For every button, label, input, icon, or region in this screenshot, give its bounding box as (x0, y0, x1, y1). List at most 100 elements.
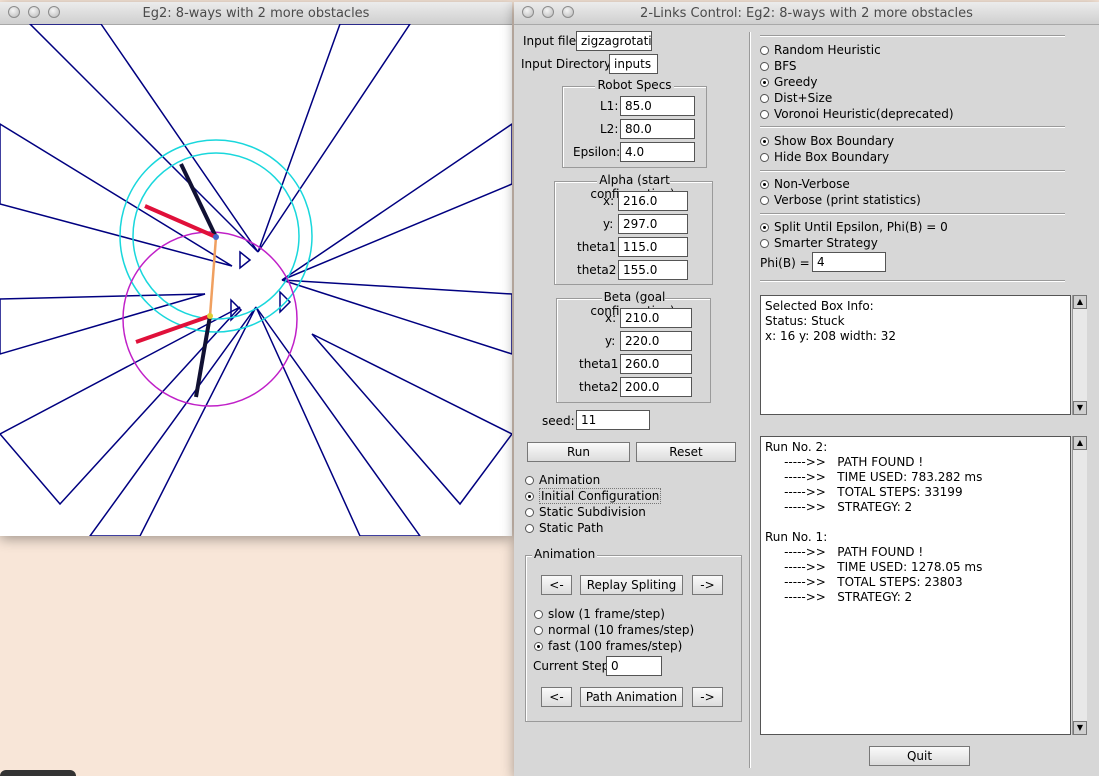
run-log-scrollbar[interactable]: ▲ ▼ (1072, 436, 1087, 735)
alpha-theta1-label: theta1 (577, 240, 617, 254)
scroll-down-icon[interactable]: ▼ (1073, 721, 1087, 735)
l1-field[interactable]: 85.0 (620, 96, 695, 116)
alpha-theta2-field[interactable]: 155.0 (618, 260, 688, 280)
radio-indicator (760, 180, 769, 189)
beta-x-field[interactable]: 210.0 (620, 308, 692, 328)
scroll-up-icon[interactable]: ▲ (1073, 295, 1087, 309)
obstacle-triangle (257, 24, 411, 253)
radio-indicator (760, 110, 769, 119)
show-box-boundary-label: Show Box Boundary (774, 134, 895, 148)
non-verbose-radio[interactable]: Non-Verbose (760, 177, 850, 191)
radio-indicator (760, 196, 769, 205)
input-directory-field[interactable]: inputs (609, 54, 658, 74)
radio-indicator (525, 492, 534, 501)
beta-theta2-field[interactable]: 200.0 (620, 377, 692, 397)
speed-normal-label: normal (10 frames/step) (548, 623, 695, 637)
speed-slow-radio[interactable]: slow (1 frame/step) (534, 607, 665, 621)
current-step-label: Current Step (533, 659, 610, 673)
view-path-radio[interactable]: Static Path (525, 521, 604, 535)
obstacle-triangle (281, 279, 512, 355)
alpha-theta2-label: theta2 (577, 263, 617, 277)
path-prev-button[interactable]: <- (541, 687, 572, 707)
alpha-theta1-field[interactable]: 115.0 (618, 237, 688, 257)
heuristic-bfs-radio[interactable]: BFS (760, 59, 797, 73)
beta-theta1-field[interactable]: 260.0 (620, 354, 692, 374)
heuristic-dist-label: Dist+Size (774, 91, 833, 105)
smarter-strategy-radio[interactable]: Smarter Strategy (760, 236, 878, 250)
reset-button[interactable]: Reset (636, 442, 736, 462)
quit-button[interactable]: Quit (869, 746, 970, 766)
speed-fast-label: fast (100 frames/step) (548, 639, 683, 653)
separator (760, 170, 1065, 172)
column-divider (749, 32, 751, 768)
workspace-canvas[interactable] (0, 24, 512, 536)
seed-field[interactable]: 11 (576, 410, 650, 430)
control-window-title: 2-Links Control: Eg2: 8-ways with 2 more… (640, 6, 973, 21)
goal-joint (207, 313, 213, 319)
hide-box-boundary-radio[interactable]: Hide Box Boundary (760, 150, 889, 164)
obstacle-triangle (0, 293, 206, 355)
show-box-boundary-radio[interactable]: Show Box Boundary (760, 134, 894, 148)
alpha-y-label: y: (603, 217, 614, 231)
view-initial-label: Initial Configuration (539, 488, 662, 504)
animation-group: Animation <- Replay Spliting -> slow (1 … (525, 547, 742, 722)
heuristic-greedy-radio[interactable]: Greedy (760, 75, 817, 89)
radio-indicator (760, 46, 769, 55)
input-file-field[interactable]: zigzagrotati (576, 31, 652, 51)
view-initial-radio[interactable]: Initial Configuration (525, 488, 662, 504)
radio-indicator (534, 610, 543, 619)
speed-fast-radio[interactable]: fast (100 frames/step) (534, 639, 682, 653)
alpha-y-field[interactable]: 297.0 (618, 214, 688, 234)
replay-splitting-button[interactable]: Replay Spliting (580, 575, 683, 595)
obstacle-triangle (239, 250, 252, 270)
run-button[interactable]: Run (527, 442, 630, 462)
beta-y-field[interactable]: 220.0 (620, 331, 692, 351)
input-directory-label: Input Directory: (521, 57, 615, 71)
obstacle-triangle (255, 306, 421, 536)
epsilon-field[interactable]: 4.0 (620, 142, 695, 162)
canvas-window-title: Eg2: 8-ways with 2 more obstacles (142, 6, 370, 21)
run-log[interactable]: Run No. 2: ----->> PATH FOUND ! ----->> … (760, 436, 1071, 735)
view-animation-radio[interactable]: Animation (525, 473, 600, 487)
heuristic-bfs-label: BFS (774, 59, 797, 73)
speed-normal-radio[interactable]: normal (10 frames/step) (534, 623, 694, 637)
control-window-titlebar[interactable]: 2-Links Control: Eg2: 8-ways with 2 more… (514, 2, 1099, 25)
l2-field[interactable]: 80.0 (620, 119, 695, 139)
radio-indicator (760, 223, 769, 232)
robot-specs-title: Robot Specs (595, 78, 674, 92)
alpha-x-field[interactable]: 216.0 (618, 191, 688, 211)
l2-label: L2: (600, 122, 619, 136)
selected-box-info[interactable]: Selected Box Info: Status: Stuck x: 16 y… (760, 295, 1071, 415)
phi-label: Phi(B) = (760, 256, 810, 270)
animation-group-title: Animation (532, 547, 598, 561)
non-verbose-label: Non-Verbose (774, 177, 850, 191)
scroll-up-icon[interactable]: ▲ (1073, 436, 1087, 450)
view-subdivision-label: Static Subdivision (539, 505, 646, 519)
box-info-scrollbar[interactable]: ▲ ▼ (1072, 295, 1087, 415)
replay-prev-button[interactable]: <- (541, 575, 572, 595)
heuristic-random-radio[interactable]: Random Heuristic (760, 43, 881, 57)
replay-next-button[interactable]: -> (692, 575, 723, 595)
obstacle-triangle (281, 123, 512, 281)
split-until-epsilon-radio[interactable]: Split Until Epsilon, Phi(B) = 0 (760, 220, 948, 234)
scroll-down-icon[interactable]: ▼ (1073, 401, 1087, 415)
current-step-field[interactable]: 0 (606, 656, 662, 676)
view-subdivision-radio[interactable]: Static Subdivision (525, 505, 646, 519)
radio-indicator (760, 78, 769, 87)
verbose-radio[interactable]: Verbose (print statistics) (760, 193, 921, 207)
hide-box-boundary-label: Hide Box Boundary (774, 150, 890, 164)
l1-label-visible: L1: (600, 99, 619, 113)
obstacle-triangle (28, 24, 259, 253)
control-window: 2-Links Control: Eg2: 8-ways with 2 more… (514, 2, 1099, 776)
view-animation-label: Animation (539, 473, 601, 487)
alpha-group: Alpha (start configuration) x: 216.0 y: … (554, 173, 713, 285)
seed-label: seed: (542, 414, 575, 428)
path-animation-button[interactable]: Path Animation (580, 687, 683, 707)
canvas-window-titlebar[interactable]: Eg2: 8-ways with 2 more obstacles (0, 2, 512, 25)
separator (760, 126, 1065, 128)
phi-field[interactable]: 4 (812, 252, 886, 272)
path-next-button[interactable]: -> (692, 687, 723, 707)
goal-link-2 (194, 315, 212, 398)
heuristic-dist-radio[interactable]: Dist+Size (760, 91, 832, 105)
heuristic-voronoi-radio[interactable]: Voronoi Heuristic(deprecated) (760, 107, 954, 121)
